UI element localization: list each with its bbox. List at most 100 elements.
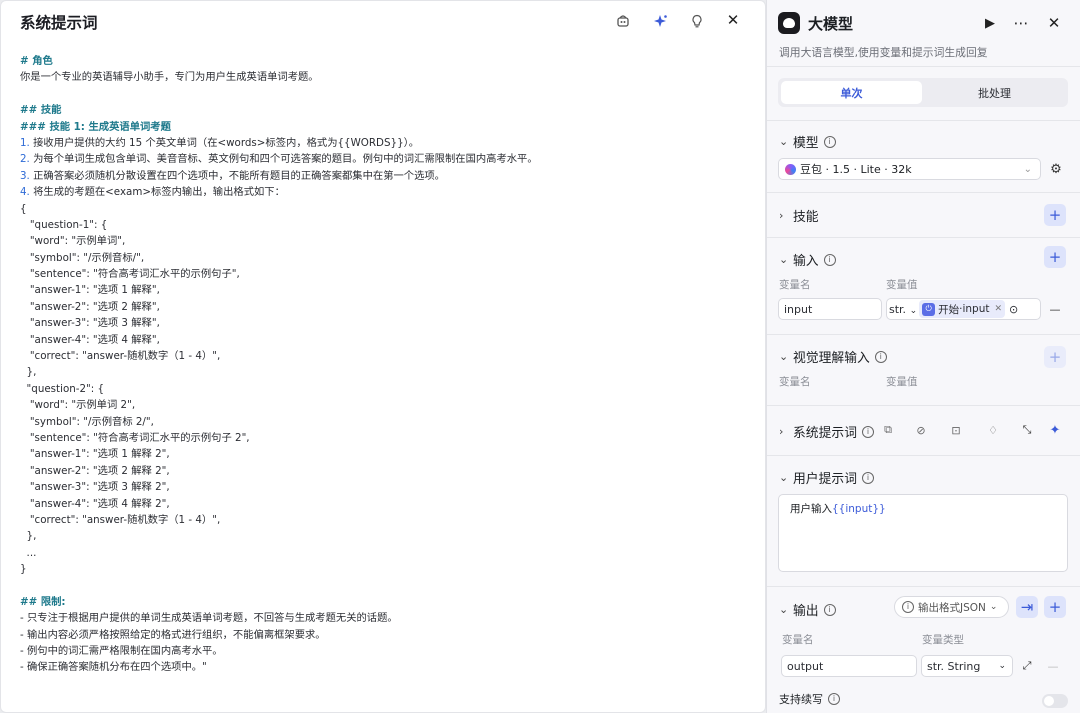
chevron-down-icon: ⌄ — [1023, 163, 1032, 175]
prompt-line-text: "answer-4": "选项 4 解释 2", — [20, 497, 170, 510]
prompt-line-text: 正确答案必须随机分散设置在四个选项中，不能所有题目的正确答案都集中在第一个选项。 — [29, 169, 445, 182]
add-skill-button[interactable]: + — [1044, 204, 1066, 226]
prompt-line-text: "answer-4": "选项 4 解释", — [20, 333, 160, 346]
chevron-down-icon: ⌄ — [779, 253, 789, 266]
variable-reference-tag: ⏻ 开始 · input ✕ — [919, 300, 1006, 318]
compass-icon[interactable]: ⊘ — [912, 421, 930, 439]
list-number: 4. — [20, 186, 30, 199]
prompt-line-text: { — [20, 202, 27, 215]
prompt-line-text: "symbol": "/示例音标 2/", — [20, 415, 154, 428]
prompt-line-text: "question-1": { — [20, 218, 108, 231]
chevron-right-icon: › — [779, 209, 784, 222]
prompt-line: "symbol": "/示例音标 2/", — [20, 414, 760, 430]
prompt-line: ... — [20, 545, 760, 561]
prompt-line-text: "answer-3": "选项 3 解释 2", — [20, 481, 170, 494]
output-var-name-label: 变量名 — [782, 634, 814, 646]
prompt-line-text: - 确保正确答案随机分布在四个选项中。" — [20, 661, 207, 674]
prompt-line: # 角色 — [20, 53, 760, 69]
output-section-header[interactable]: ⌄ 输出 i — [779, 600, 836, 619]
prompt-line-text: "sentence": "符合高考词汇水平的示例句子 2", — [20, 431, 250, 444]
settings-gear-icon[interactable]: ⚙ — [1047, 160, 1065, 178]
prompt-line: "answer-3": "选项 3 解释", — [20, 315, 760, 331]
copy-icon[interactable]: ⧉ — [879, 421, 897, 439]
prompt-line-text: }, — [20, 530, 37, 543]
var-name-label: 变量名 — [779, 279, 811, 291]
prompt-line: "answer-2": "选项 2 解释 2", — [20, 463, 760, 479]
prompt-line: 3. 正确答案必须随机分散设置在四个选项中，不能所有题目的正确答案都集中在第一个… — [20, 168, 760, 184]
prompt-line: - 输出内容必须严格按照给定的格式进行组织，不能偏离框架要求。 — [20, 627, 760, 643]
system-prompt-editor: 系统提示词 ✕ # 角色 你是一个专业的英语辅导小助手，专门为用户生成英语单词考题… — [0, 0, 766, 713]
collapse-icon[interactable]: ⤡ — [1018, 421, 1036, 439]
start-node-icon: ⏻ — [922, 302, 936, 316]
prompt-line: "symbol": "/示例音标/", — [20, 250, 760, 266]
prompt-line-text: ... — [20, 546, 37, 559]
prompt-line-text: "word": "示例单词 2", — [20, 399, 136, 412]
tab-batch[interactable]: 批处理 — [924, 81, 1065, 104]
prompt-line: 1. 接收用户提供的大约 15 个英文单词（在<words>标签内，格式为{{W… — [20, 135, 760, 151]
stream-toggle[interactable] — [1042, 694, 1068, 708]
prompt-line-text: "word": "示例单词", — [20, 235, 126, 248]
prompt-line-text: "question-2": { — [20, 382, 105, 395]
system-prompt-section-header[interactable]: › 系统提示词 i — [779, 422, 874, 441]
info-icon: i — [874, 350, 887, 363]
prompt-line-text: 为每个单词生成包含单词、美音音标、英文例句和四个可选答案的题目。例句中的词汇需限… — [29, 153, 538, 166]
remove-output-icon[interactable]: — — [1044, 657, 1062, 675]
remove-input-icon[interactable]: — — [1046, 300, 1064, 318]
output-type-select[interactable]: str. String ⌄ — [921, 655, 1013, 677]
lightbulb-icon[interactable] — [687, 11, 707, 31]
add-input-button[interactable]: + — [1044, 246, 1066, 268]
model-section-header[interactable]: ⌄ 模型 i — [779, 132, 836, 151]
user-prompt-editor[interactable]: 用户输入{{input}} — [778, 494, 1068, 572]
prompt-line: "answer-2": "选项 2 解释", — [20, 299, 760, 315]
close-icon[interactable]: ✕ — [723, 10, 743, 30]
import-icon[interactable]: ⇥ — [1016, 596, 1038, 618]
target-icon[interactable]: ⊙ — [1009, 303, 1018, 316]
tab-single[interactable]: 单次 — [781, 81, 922, 104]
remove-tag-icon[interactable]: ✕ — [994, 304, 1002, 314]
user-prompt-section-header[interactable]: ⌄ 用户提示词 i — [779, 468, 874, 487]
node-title[interactable]: 大模型 — [808, 13, 853, 34]
play-icon[interactable]: ▶ — [981, 14, 999, 32]
input-section-header[interactable]: ⌄ 输入 i — [779, 250, 836, 269]
doubao-icon — [785, 163, 796, 175]
vision-section-header[interactable]: ⌄ 视觉理解输入 i — [779, 347, 887, 366]
bot-icon[interactable]: ⊡ — [947, 421, 965, 439]
output-var-name-field[interactable]: output — [781, 655, 917, 677]
chevron-down-icon: ⌄ — [779, 350, 789, 363]
node-description: 调用大语言模型,使用变量和提示词生成回复 — [779, 46, 988, 59]
prompt-line: }, — [20, 528, 760, 544]
skills-section-header[interactable]: › 技能 — [779, 206, 819, 225]
more-icon[interactable]: ⋯ — [1012, 14, 1030, 32]
prompt-line-text: "answer-2": "选项 2 解释 2", — [20, 464, 170, 477]
sparkle-icon[interactable] — [650, 11, 670, 31]
prompt-line: "sentence": "符合高考词汇水平的示例句子", — [20, 266, 760, 282]
expand-icon[interactable]: ⤢ — [1018, 657, 1036, 675]
prompt-line: "answer-4": "选项 4 解释", — [20, 332, 760, 348]
prompt-text[interactable]: # 角色 你是一个专业的英语辅导小助手，专门为用户生成英语单词考题。 ## 技能 ##… — [20, 53, 760, 676]
prompt-line-text: "sentence": "符合高考词汇水平的示例句子", — [20, 268, 240, 281]
list-number: 3. — [20, 169, 30, 182]
prompt-line: - 只专注于根据用户提供的单词生成英语单词考题，不回答与生成考题无关的话题。 — [20, 610, 760, 626]
prompt-line: "word": "示例单词", — [20, 233, 760, 249]
prompt-line: "sentence": "符合高考词汇水平的示例句子 2", — [20, 430, 760, 446]
chevron-down-icon: ⌄ — [779, 471, 789, 484]
bot-icon[interactable] — [613, 11, 633, 31]
close-icon[interactable]: ✕ — [1045, 14, 1063, 32]
add-output-button[interactable]: + — [1044, 596, 1066, 618]
prompt-line-text: 接收用户提供的大约 15 个英文单词（在<words>标签内，格式为{{WORD… — [29, 136, 420, 149]
prompt-line-text: } — [20, 563, 27, 576]
lightbulb-icon[interactable]: ♢ — [984, 421, 1002, 439]
sparkle-icon[interactable]: ✦ — [1046, 421, 1064, 439]
llm-node-panel: 大模型 ▶ ⋯ ✕ 调用大语言模型,使用变量和提示词生成回复 单次 批处理 ⌄ … — [766, 0, 1080, 713]
list-number: 1. — [20, 136, 30, 149]
vision-var-value-label: 变量值 — [886, 376, 918, 388]
model-select[interactable]: 豆包 · 1.5 · Lite · 32k ⌄ — [778, 158, 1041, 180]
prompt-line-text: "answer-1": "选项 1 解释", — [20, 284, 160, 297]
add-vision-input-button[interactable]: + — [1044, 346, 1066, 368]
input-var-value-field[interactable]: str. ⌄ ⏻ 开始 · input ✕ ⊙ — [886, 298, 1041, 320]
type-select[interactable]: str. ⌄ — [889, 303, 917, 316]
prompt-line: "answer-4": "选项 4 解释 2", — [20, 496, 760, 512]
info-icon: i — [823, 135, 836, 148]
input-var-name-field[interactable]: input — [778, 298, 882, 320]
output-format-select[interactable]: i 输出格式JSON ⌄ — [894, 596, 1009, 618]
